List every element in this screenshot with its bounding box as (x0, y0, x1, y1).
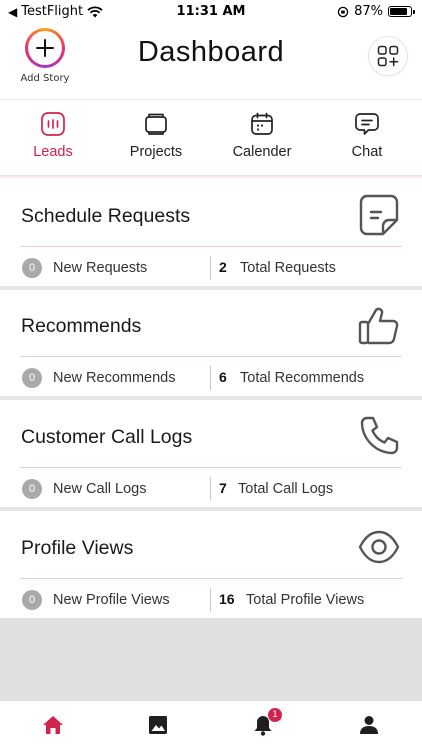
new-count-badge: 0 (22, 590, 42, 610)
projects-icon (143, 111, 169, 137)
tab-chat[interactable]: Chat (324, 100, 410, 179)
status-right: 87% (337, 4, 415, 19)
stats-separator (210, 256, 211, 280)
new-count-badge: 0 (22, 258, 42, 278)
new-count-badge: 0 (22, 368, 42, 388)
card-title: Customer Call Logs (21, 426, 193, 448)
card-divider (20, 246, 402, 247)
phone-icon (358, 415, 400, 457)
new-label: New Profile Views (53, 592, 170, 608)
tab-label: Calender (232, 144, 292, 160)
header: Add Story Dashboard (0, 24, 422, 98)
customer-call-logs-card[interactable]: Customer Call Logs 0 New Call Logs 7 Tot… (0, 400, 422, 507)
tab-label: Projects (129, 144, 183, 160)
tab-label: Chat (351, 144, 383, 160)
new-count-badge: 0 (22, 479, 42, 499)
stats-separator (210, 366, 211, 390)
recommends-card[interactable]: Recommends 0 New Recommends 6 Total Reco… (0, 290, 422, 396)
tab-leads[interactable]: Leads (10, 100, 96, 179)
new-label: New Recommends (53, 370, 176, 386)
stats-row: 0 New Requests 2 Total Requests (20, 256, 402, 280)
battery-fill (390, 8, 408, 15)
card-title: Schedule Requests (21, 205, 191, 227)
apps-grid-button[interactable] (368, 36, 408, 76)
add-story-label: Add Story (20, 73, 70, 84)
calendar-icon (249, 111, 275, 137)
nav-home[interactable] (41, 713, 65, 737)
profile-views-card[interactable]: Profile Views 0 New Profile Views 16 Tot… (0, 511, 422, 618)
total-label: Total Call Logs (238, 481, 334, 497)
nav-gallery[interactable] (146, 713, 170, 737)
notification-badge: 1 (268, 708, 282, 722)
total-label: Total Profile Views (246, 592, 365, 608)
total-count: 6 (219, 369, 227, 385)
total-label: Total Recommends (240, 370, 365, 386)
gallery-icon (149, 716, 167, 734)
battery-percent: 87% (354, 4, 383, 19)
document-icon (358, 194, 400, 236)
total-count: 16 (219, 591, 235, 607)
apps-add-icon (377, 45, 399, 67)
bottom-nav: 1 (0, 700, 422, 750)
new-label: New Requests (53, 260, 148, 276)
schedule-requests-card[interactable]: Schedule Requests 0 New Requests 2 Total… (0, 179, 422, 286)
page-title: Dashboard (137, 36, 285, 68)
total-count: 2 (219, 259, 227, 275)
card-divider (20, 467, 402, 468)
card-divider (20, 578, 402, 579)
eye-icon (358, 526, 400, 568)
leads-icon (40, 111, 66, 137)
tab-label: Leads (33, 144, 73, 160)
stats-separator (210, 588, 211, 612)
profile-icon (360, 716, 378, 734)
total-label: Total Requests (240, 260, 336, 276)
card-title: Profile Views (21, 537, 134, 559)
battery-icon (388, 6, 415, 17)
new-label: New Call Logs (53, 481, 147, 497)
tab-calender[interactable]: Calender (218, 100, 306, 179)
stats-row: 0 New Profile Views 16 Total Profile Vie… (20, 588, 402, 612)
status-bar: ◀ TestFlight 11:31 AM 87% (0, 0, 422, 24)
tab-bar: Leads Projects Calender Chat (0, 99, 422, 178)
stats-separator (210, 477, 211, 501)
nav-profile[interactable] (357, 713, 381, 737)
total-count: 7 (219, 480, 227, 496)
card-divider (20, 356, 402, 357)
stats-row: 0 New Call Logs 7 Total Call Logs (20, 477, 402, 501)
stats-row: 0 New Recommends 6 Total Recommends (20, 366, 402, 390)
chat-icon (354, 111, 380, 137)
empty-area (0, 618, 422, 700)
card-title: Recommends (21, 315, 142, 337)
thumbs-up-icon (358, 304, 400, 346)
orientation-lock-icon (337, 6, 349, 17)
nav-notifications[interactable]: 1 (251, 708, 282, 737)
tab-projects[interactable]: Projects (113, 100, 199, 179)
home-icon (43, 716, 63, 734)
